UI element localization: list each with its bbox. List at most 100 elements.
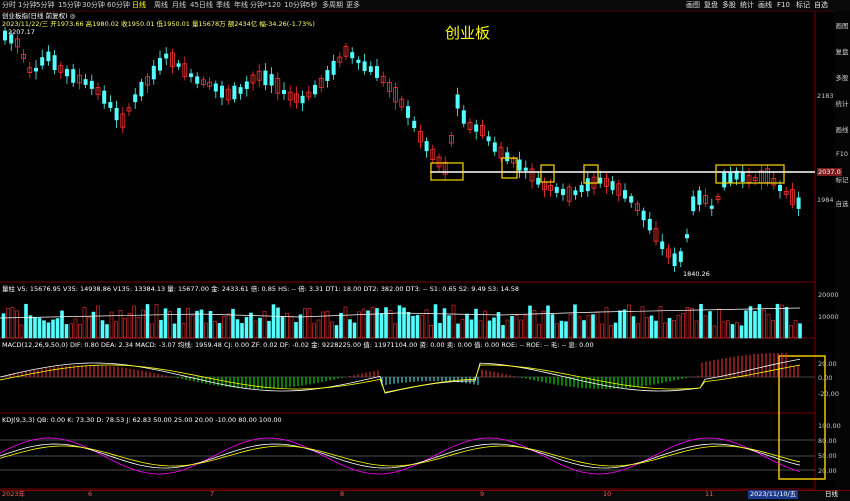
candle-down <box>486 136 491 142</box>
volume-bar <box>456 323 460 339</box>
candle-down <box>34 67 38 72</box>
volume-bar <box>442 308 447 339</box>
volume-bar <box>307 308 312 339</box>
volume-bar <box>658 306 663 339</box>
volume-bar <box>411 315 415 339</box>
volume-bar <box>357 311 361 339</box>
volume-bar <box>271 304 276 339</box>
candle-down <box>83 79 88 85</box>
candle-down <box>740 172 745 182</box>
candle-down <box>158 58 162 71</box>
volume-bar <box>798 323 802 339</box>
candle-down <box>523 167 528 171</box>
volume-bar <box>78 323 82 339</box>
volume-bar <box>613 322 618 339</box>
volume-bar <box>667 318 672 339</box>
candle-down <box>579 185 584 193</box>
volume-bar <box>154 304 159 339</box>
volume-bar <box>69 323 73 339</box>
volume-bar <box>397 305 402 339</box>
candle-down <box>40 57 45 66</box>
volume-bar <box>267 320 271 339</box>
volume-bar <box>244 316 249 339</box>
volume-bar <box>496 312 501 339</box>
candle-down <box>189 73 193 78</box>
candle-down <box>474 124 479 132</box>
candle-down <box>133 94 138 103</box>
candle-down <box>151 65 156 80</box>
volume-bar <box>559 320 564 339</box>
volume-bar <box>465 313 469 339</box>
volume-bar <box>325 310 330 339</box>
volume-bar <box>429 324 433 339</box>
volume-bar <box>379 313 384 339</box>
volume-bar <box>492 317 496 339</box>
volume-bar <box>208 310 213 339</box>
volume-bar <box>172 323 177 339</box>
date-label-1: 6 <box>88 490 93 498</box>
candle-down <box>697 190 702 205</box>
volume-bar <box>231 308 235 339</box>
candle-down <box>536 177 541 185</box>
date-axis-bar <box>0 490 850 501</box>
volume-bar <box>181 323 186 339</box>
volume-bar <box>334 325 339 339</box>
volume-bar <box>447 315 451 339</box>
volume-bar <box>6 307 10 339</box>
volume-bar <box>159 319 163 339</box>
volume-bar <box>690 307 694 339</box>
volume-bar <box>60 310 64 339</box>
volume-bar <box>685 306 690 339</box>
volume-bar <box>343 306 348 339</box>
volume-bar <box>1 313 6 339</box>
volume-bar <box>424 309 429 339</box>
candle-down <box>52 55 57 71</box>
volume-bar <box>793 320 798 339</box>
kdj-axis-20: 20.00 <box>818 467 837 475</box>
volume-bar <box>582 320 586 339</box>
macd-axis-20: 20.00 <box>818 360 837 368</box>
volume-bar <box>483 310 487 339</box>
kdj-header: KDJ(9,3,3) QB: 0.00 K: 73.30 D: 78.53 J:… <box>2 416 282 424</box>
volume-bar <box>451 304 456 339</box>
candle-down <box>375 66 379 78</box>
volume-bar <box>330 321 334 339</box>
date-axis-period: 日线 <box>825 490 838 498</box>
volume-bar <box>222 316 226 339</box>
volume-bar <box>253 320 258 339</box>
candle-down <box>350 52 355 59</box>
candle-down <box>412 120 417 129</box>
candle-down <box>139 81 144 97</box>
volume-bar <box>645 317 649 339</box>
volume-bar <box>190 315 195 339</box>
volume-header: 量柱 V5: 15676.95 V35: 14938.86 V135: 1338… <box>2 285 519 293</box>
kline-chart[interactable] <box>0 0 850 500</box>
volume-bar <box>577 316 582 339</box>
volume-bar <box>402 307 406 339</box>
volume-bar <box>721 321 726 339</box>
volume-bar <box>132 305 136 339</box>
volume-bar <box>127 313 132 339</box>
candle-down <box>406 106 410 118</box>
volume-bar <box>739 325 744 339</box>
volume-bar <box>388 310 393 339</box>
candle-down <box>238 87 243 94</box>
volume-bar <box>348 319 352 339</box>
volume-bar <box>15 310 19 339</box>
volume-bar <box>573 304 577 339</box>
volume-bar <box>604 307 609 339</box>
volume-bar <box>627 304 631 339</box>
volume-bar <box>82 307 87 339</box>
candle-down <box>65 69 69 77</box>
candle-down <box>114 107 119 121</box>
volume-bar <box>312 323 316 339</box>
kdj-axis-80: 80.00 <box>818 437 837 445</box>
volume-bar <box>555 323 559 339</box>
candle-down <box>573 190 578 196</box>
ohlc-info: 2023/11/22/三 开1973.66 高1980.02 收1950.01 … <box>2 20 315 28</box>
candle-down <box>269 74 274 86</box>
price-axis-2183: 2183 <box>817 92 834 100</box>
volume-bar <box>523 315 528 339</box>
volume-bar <box>537 324 541 339</box>
candle-down <box>232 85 237 100</box>
